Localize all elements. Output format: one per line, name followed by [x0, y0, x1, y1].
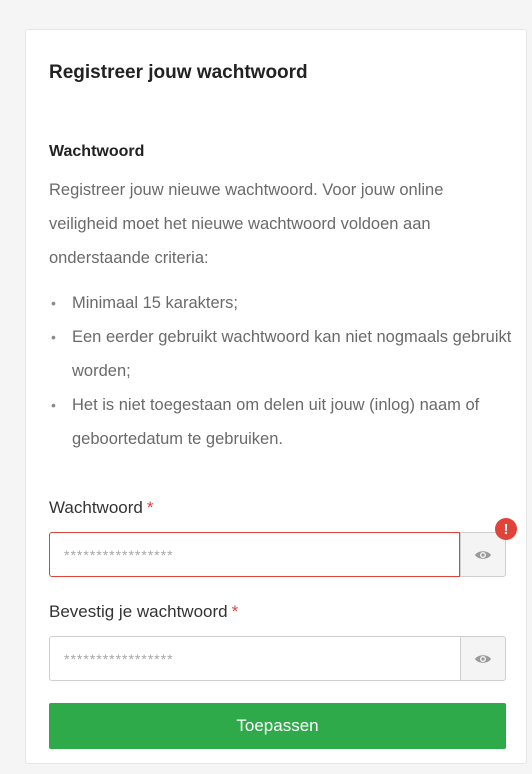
criteria-item-no-personal-data: Het is niet toegestaan om delen uit jouw…	[49, 388, 519, 456]
eye-icon	[474, 549, 492, 561]
exclamation-icon: !	[495, 518, 517, 540]
criteria-list: Minimaal 15 karakters; Een eerder gebrui…	[49, 286, 519, 456]
confirm-password-label-text: Bevestig je wachtwoord	[49, 602, 228, 621]
section-title: Wachtwoord	[49, 143, 145, 160]
card-title: Registreer jouw wachtwoord	[49, 62, 308, 83]
confirm-password-input-group	[49, 636, 506, 681]
show-confirm-password-button[interactable]	[460, 636, 506, 681]
required-mark: *	[146, 498, 154, 517]
criteria-item-min-length: Minimaal 15 karakters;	[49, 286, 519, 320]
confirm-password-label: Bevestig je wachtwoord *	[49, 602, 238, 622]
confirm-password-input[interactable]	[49, 636, 460, 681]
password-input[interactable]	[49, 532, 460, 577]
password-registration-card: Registreer jouw wachtwoord Wachtwoord Re…	[25, 29, 527, 764]
show-password-button[interactable]	[460, 532, 506, 577]
password-input-group: !	[49, 518, 517, 577]
intro-text: Registreer jouw nieuwe wachtwoord. Voor …	[49, 181, 444, 267]
required-mark: *	[231, 602, 239, 621]
eye-icon	[474, 653, 492, 665]
password-label: Wachtwoord *	[49, 498, 153, 518]
apply-button[interactable]: Toepassen	[49, 703, 506, 749]
password-label-text: Wachtwoord	[49, 498, 143, 517]
criteria-item-no-reuse: Een eerder gebruikt wachtwoord kan niet …	[49, 320, 519, 388]
